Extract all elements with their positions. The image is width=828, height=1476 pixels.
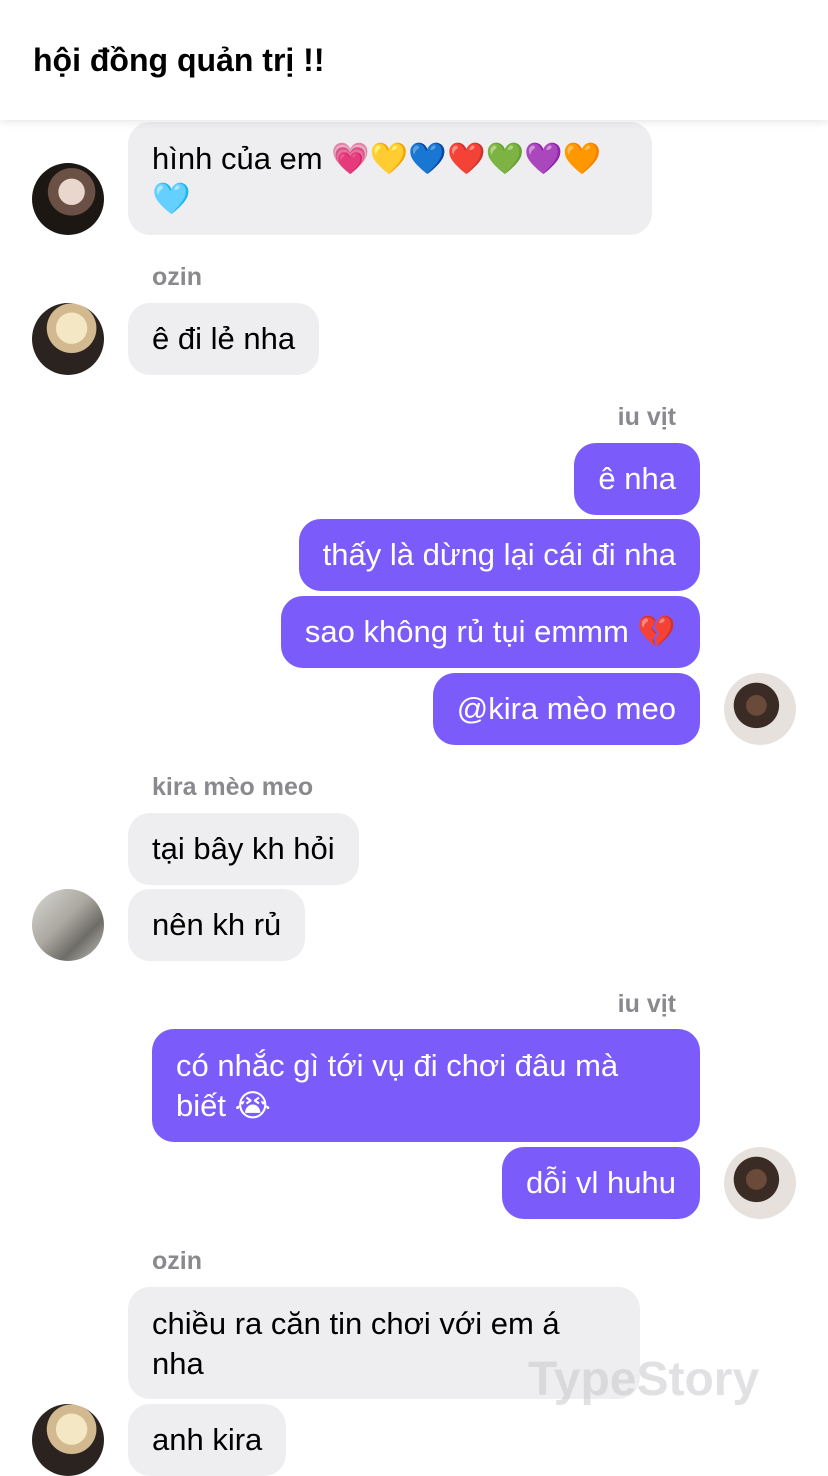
sender-name: iu vịt bbox=[617, 403, 676, 431]
message-bubble[interactable]: có nhắc gì tới vụ đi chơi đâu mà biết 😭 bbox=[152, 1029, 700, 1142]
message-bubble[interactable]: anh kira bbox=[128, 1404, 287, 1476]
message-bubble[interactable]: ê nha bbox=[574, 443, 700, 515]
message-bubble[interactable]: @kira mèo meo bbox=[432, 673, 700, 745]
avatar[interactable] bbox=[724, 673, 796, 745]
chat-header: hội đồng quản trị !! bbox=[0, 0, 828, 120]
chat-title[interactable]: hội đồng quản trị !! bbox=[33, 42, 324, 79]
sender-name: ozin bbox=[152, 1247, 202, 1275]
avatar[interactable] bbox=[32, 1404, 104, 1476]
avatar[interactable] bbox=[32, 303, 104, 375]
sender-name: kira mèo meo bbox=[152, 773, 314, 801]
sender-name: ozin bbox=[152, 263, 202, 291]
message-bubble[interactable]: nên kh rủ bbox=[128, 889, 306, 961]
avatar[interactable] bbox=[32, 889, 104, 961]
avatar[interactable] bbox=[724, 1147, 796, 1219]
message-bubble[interactable]: thấy là dừng lại cái đi nha bbox=[298, 519, 700, 591]
message-bubble[interactable]: tại bây kh hỏi bbox=[128, 813, 359, 885]
message-bubble[interactable]: dỗi vl huhu bbox=[502, 1147, 700, 1219]
message-bubble[interactable]: hình của em 💗💛💙❤️💚💜🧡🩵 bbox=[128, 122, 652, 235]
sender-name: iu vịt bbox=[617, 990, 676, 1018]
watermark: TypeStory bbox=[528, 1353, 760, 1406]
chat-thread[interactable]: hình của em 💗💛💙❤️💚💜🧡🩵 ozin ê đi lẻ nha i… bbox=[0, 0, 828, 1476]
avatar[interactable] bbox=[32, 163, 104, 235]
message-bubble[interactable]: sao không rủ tụi emmm 💔 bbox=[280, 596, 700, 668]
message-bubble[interactable]: ê đi lẻ nha bbox=[128, 303, 320, 375]
